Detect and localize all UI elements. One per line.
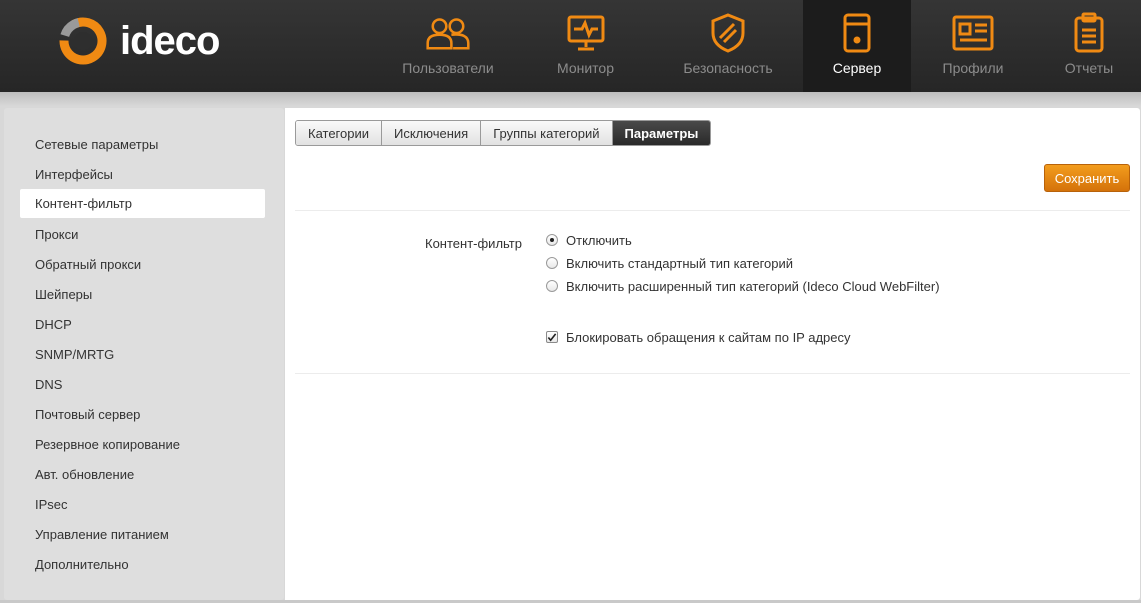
sidebar-item-label: Управление питанием — [35, 527, 169, 542]
nav-label-profiles: Профили — [942, 60, 1004, 76]
sidebar-item-network[interactable]: Сетевые параметры — [20, 130, 265, 159]
top-navigation-bar: ideco Пользователи Монитор Безопасность … — [0, 0, 1141, 92]
save-button[interactable]: Сохранить — [1044, 164, 1130, 192]
main-panel: Категории Исключения Группы категорий Па… — [285, 108, 1140, 600]
clipboard-icon — [1067, 12, 1111, 54]
nav-label-monitor: Монитор — [557, 60, 614, 76]
nav-label-security: Безопасность — [683, 60, 773, 76]
ideco-logo[interactable]: ideco — [58, 14, 248, 68]
block-ip-checkbox[interactable] — [546, 331, 558, 343]
divider — [295, 210, 1130, 211]
block-ip-label: Блокировать обращения к сайтам по IP адр… — [566, 329, 851, 345]
tab-exceptions[interactable]: Исключения — [382, 121, 482, 145]
sidebar-item-label: Сетевые параметры — [35, 137, 159, 152]
radio-button[interactable] — [546, 257, 558, 269]
main-nav: Пользователи Монитор Безопасность Сервер… — [378, 0, 1141, 92]
sidebar-item-reverse-proxy[interactable]: Обратный прокси — [20, 250, 265, 279]
sidebar-item-dns[interactable]: DNS — [20, 370, 265, 399]
sidebar-item-label: Почтовый сервер — [35, 407, 141, 422]
divider — [295, 373, 1130, 374]
tab-category-groups[interactable]: Группы категорий — [481, 121, 613, 145]
sidebar-item-label: Шейперы — [35, 287, 93, 302]
ideco-logo-icon — [59, 17, 107, 65]
logo-text: ideco — [120, 18, 220, 63]
users-icon — [426, 12, 470, 54]
sidebar-item-label: Авт. обновление — [35, 467, 135, 482]
radio-option-standard[interactable]: Включить стандартный тип категорий — [546, 254, 793, 272]
sidebar-item-shapers[interactable]: Шейперы — [20, 280, 265, 309]
sidebar-item-label: SNMP/MRTG — [35, 347, 115, 362]
sidebar-item-content-filter[interactable]: Контент-фильтр — [20, 189, 265, 218]
shield-icon — [706, 12, 750, 54]
nav-label-server: Сервер — [832, 60, 882, 76]
nav-label-reports: Отчеты — [1064, 60, 1114, 76]
sidebar-item-label: Интерфейсы — [35, 167, 113, 182]
sidebar-item-label: Дополнительно — [35, 557, 129, 572]
radio-option-label: Включить расширенный тип категорий (Idec… — [566, 278, 940, 294]
sidebar-item-proxy[interactable]: Прокси — [20, 220, 265, 249]
check-icon — [547, 332, 557, 342]
sidebar-item-label: Прокси — [35, 227, 79, 242]
sidebar-item-label: DNS — [35, 377, 63, 392]
sidebar-item-backup[interactable]: Резервное копирование — [20, 430, 265, 459]
tab-bar: Категории Исключения Группы категорий Па… — [295, 120, 712, 146]
sidebar-item-label: Резервное копирование — [35, 437, 180, 452]
sidebar-item-label: IPsec — [35, 497, 68, 512]
nav-item-monitor[interactable]: Монитор — [518, 0, 653, 92]
sidebar-item-ipsec[interactable]: IPsec — [20, 490, 265, 519]
radio-button[interactable] — [546, 234, 558, 246]
nav-item-security[interactable]: Безопасность — [653, 0, 803, 92]
sidebar-item-label: Обратный прокси — [35, 257, 142, 272]
nav-label-users: Пользователи — [402, 60, 494, 76]
nav-item-profiles[interactable]: Профили — [911, 0, 1035, 92]
sidebar: Сетевые параметры Интерфейсы Контент-фил… — [4, 108, 284, 600]
tab-parameters[interactable]: Параметры — [612, 121, 711, 145]
header-divider — [0, 92, 1141, 106]
sidebar-item-mail-server[interactable]: Почтовый сервер — [20, 400, 265, 429]
sidebar-item-label: DHCP — [35, 317, 72, 332]
radio-option-label: Включить стандартный тип категорий — [566, 255, 794, 271]
nav-item-reports[interactable]: Отчеты — [1035, 0, 1141, 92]
radio-option-label: Отключить — [566, 232, 632, 248]
profile-card-icon — [951, 12, 995, 54]
server-icon — [835, 12, 879, 54]
sidebar-item-advanced[interactable]: Дополнительно — [20, 550, 265, 579]
tab-categories[interactable]: Категории — [296, 121, 382, 145]
sidebar-item-interfaces[interactable]: Интерфейсы — [20, 160, 265, 189]
block-ip-checkbox-row[interactable]: Блокировать обращения к сайтам по IP адр… — [546, 328, 851, 346]
radio-option-extended[interactable]: Включить расширенный тип категорий (Idec… — [546, 277, 940, 295]
content-filter-label: Контент-фильтр — [425, 236, 522, 251]
monitor-icon — [564, 12, 608, 54]
sidebar-item-power[interactable]: Управление питанием — [20, 520, 265, 549]
sidebar-item-dhcp[interactable]: DHCP — [20, 310, 265, 339]
sidebar-item-auto-update[interactable]: Авт. обновление — [20, 460, 265, 489]
radio-option-disable[interactable]: Отключить — [546, 231, 632, 249]
nav-item-server[interactable]: Сервер — [803, 0, 911, 92]
sidebar-item-snmp[interactable]: SNMP/MRTG — [20, 340, 265, 369]
sidebar-item-label: Контент-фильтр — [35, 196, 132, 211]
radio-button[interactable] — [546, 280, 558, 292]
nav-item-users[interactable]: Пользователи — [378, 0, 518, 92]
